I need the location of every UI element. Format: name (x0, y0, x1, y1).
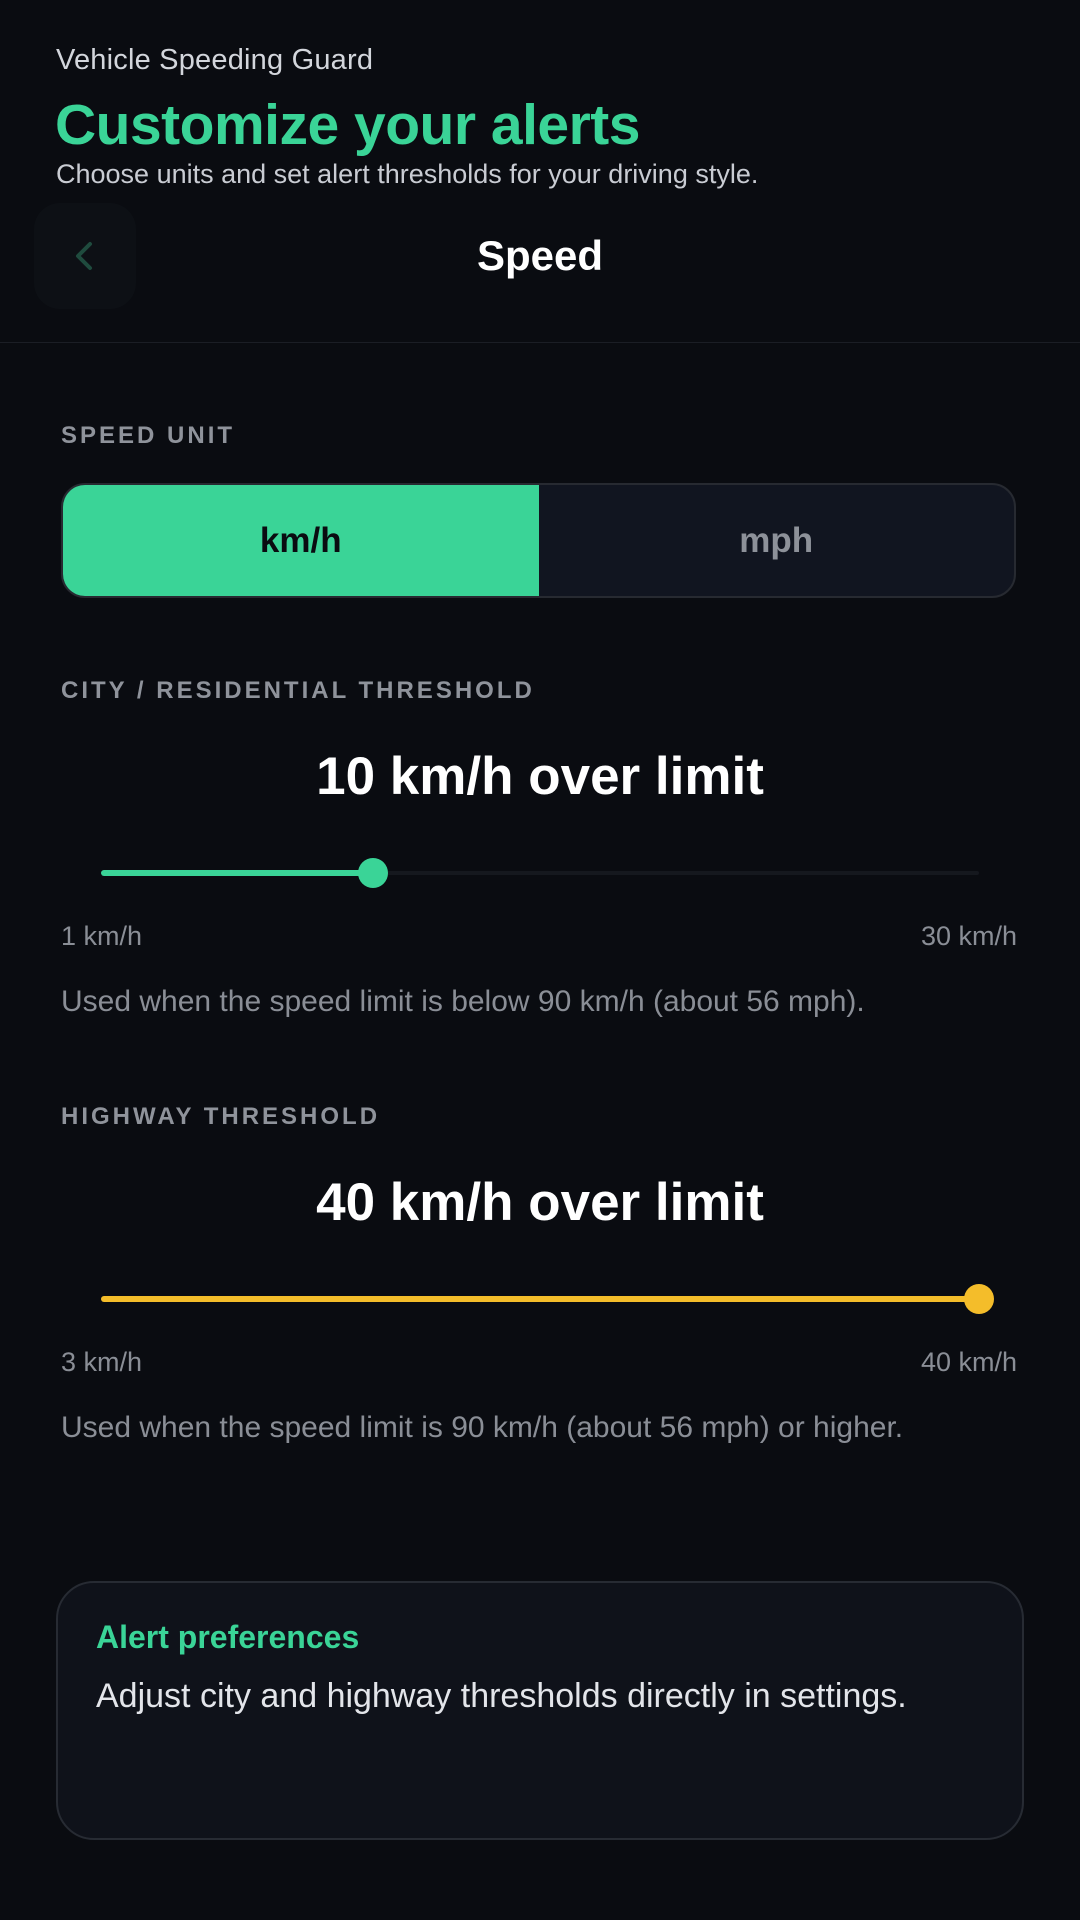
alert-preferences-body: Adjust city and highway thresholds direc… (96, 1677, 907, 1715)
speed-unit-label: SPEED UNIT (61, 422, 236, 449)
slider-fill (101, 870, 374, 876)
app-name: Vehicle Speeding Guard (56, 44, 374, 76)
city-range-min: 1 km/h (61, 921, 143, 951)
page-subhead: Choose units and set alert thresholds fo… (56, 159, 759, 189)
highway-threshold-readout: 40 km/h over limit (316, 1173, 764, 1232)
city-threshold-help: Used when the speed limit is below 90 km… (61, 985, 865, 1018)
unit-option-mph[interactable]: mph (539, 485, 1015, 596)
slider-fill (101, 1296, 979, 1302)
alert-preferences-card: Alert preferences Adjust city and highwa… (56, 1581, 1024, 1840)
highway-threshold-help: Used when the speed limit is 90 km/h (ab… (61, 1411, 904, 1444)
header-divider (0, 342, 1080, 343)
unit-option-kmh[interactable]: km/h (63, 485, 539, 596)
screen-title: Speed (476, 232, 604, 279)
highway-threshold-slider[interactable] (101, 1279, 994, 1319)
highway-threshold-label: HIGHWAY THRESHOLD (61, 1103, 381, 1130)
page-headline: Customize your alerts (55, 93, 641, 157)
city-threshold-slider[interactable] (101, 853, 979, 893)
slider-thumb[interactable] (358, 858, 389, 888)
slider-thumb[interactable] (964, 1284, 994, 1314)
highway-range-min: 3 km/h (61, 1347, 143, 1377)
speed-unit-toggle: km/h mph (61, 483, 1016, 598)
city-range-max: 30 km/h (920, 921, 1017, 951)
alert-preferences-title: Alert preferences (96, 1619, 360, 1655)
city-threshold-label: CITY / RESIDENTIAL THRESHOLD (61, 677, 535, 704)
city-threshold-readout: 10 km/h over limit (316, 747, 764, 806)
highway-range-max: 40 km/h (920, 1347, 1017, 1377)
